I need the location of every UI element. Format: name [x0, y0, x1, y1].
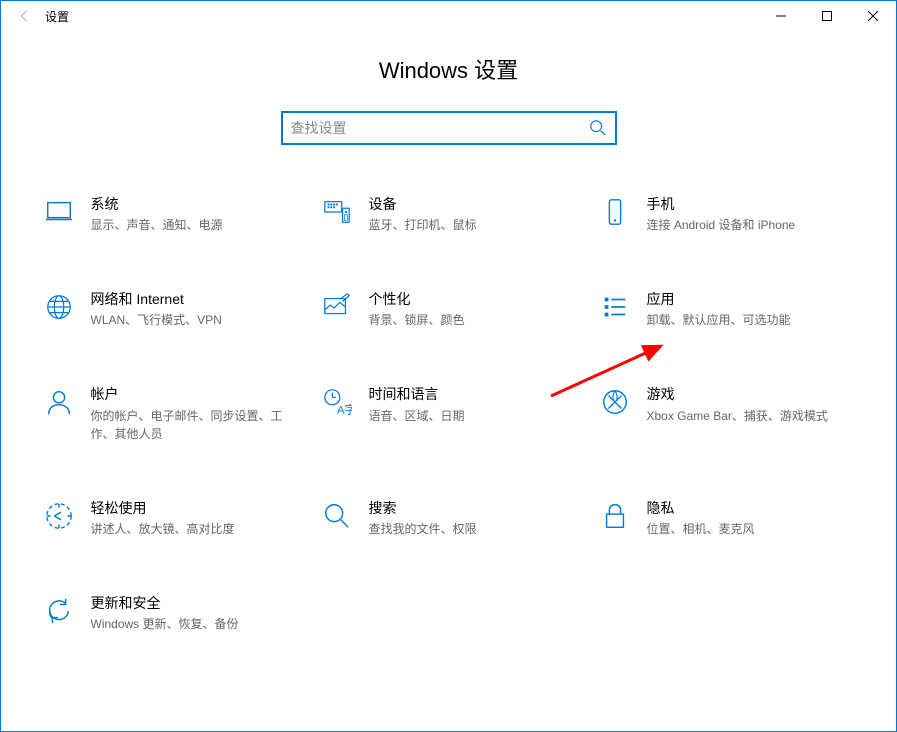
tile-title: 搜索 — [369, 499, 577, 517]
tile-desc: 蓝牙、打印机、鼠标 — [369, 216, 577, 234]
personalize-icon — [321, 292, 353, 324]
tile-title: 隐私 — [647, 499, 855, 517]
tile-title: 帐户 — [91, 385, 299, 403]
tile-text: 设备 蓝牙、打印机、鼠标 — [369, 195, 577, 234]
ease-of-access-icon — [43, 501, 75, 533]
tile-title: 系统 — [91, 195, 299, 213]
maximize-button[interactable] — [804, 1, 850, 31]
tile-title: 手机 — [647, 195, 855, 213]
tile-privacy[interactable]: 隐私 位置、相机、麦克风 — [597, 497, 857, 540]
tile-text: 手机 连接 Android 设备和 iPhone — [647, 195, 855, 234]
search-icon[interactable] — [589, 119, 607, 137]
tile-title: 个性化 — [369, 290, 577, 308]
tile-text: 个性化 背景、锁屏、颜色 — [369, 290, 577, 329]
tile-title: 更新和安全 — [91, 594, 299, 612]
tile-desc: Xbox Game Bar、捕获、游戏模式 — [647, 407, 855, 425]
tile-ease-of-access[interactable]: 轻松使用 讲述人、放大镜、高对比度 — [41, 497, 301, 540]
tile-text: 游戏 Xbox Game Bar、捕获、游戏模式 — [647, 385, 855, 442]
network-icon — [43, 292, 75, 324]
tile-accounts[interactable]: 帐户 你的帐户、电子邮件、同步设置、工作、其他人员 — [41, 383, 301, 444]
tile-text: 时间和语言 语音、区域、日期 — [369, 385, 577, 442]
tile-desc: 位置、相机、麦克风 — [647, 520, 855, 538]
tile-text: 网络和 Internet WLAN、飞行模式、VPN — [91, 290, 299, 329]
update-icon — [43, 596, 75, 628]
tile-desc: 背景、锁屏、颜色 — [369, 311, 577, 329]
search-input[interactable] — [291, 120, 589, 136]
tile-desc: Windows 更新、恢复、备份 — [91, 615, 299, 633]
tile-personalize[interactable]: 个性化 背景、锁屏、颜色 — [319, 288, 579, 331]
tile-system[interactable]: 系统 显示、声音、通知、电源 — [41, 193, 301, 236]
apps-icon — [599, 292, 631, 324]
tile-title: 轻松使用 — [91, 499, 299, 517]
accounts-icon — [43, 387, 75, 419]
tile-apps[interactable]: 应用 卸载、默认应用、可选功能 — [597, 288, 857, 331]
time-language-icon: A字 — [321, 387, 353, 419]
tile-gaming[interactable]: 游戏 Xbox Game Bar、捕获、游戏模式 — [597, 383, 857, 444]
tile-update-security[interactable]: 更新和安全 Windows 更新、恢复、备份 — [41, 592, 301, 635]
tile-title: 网络和 Internet — [91, 290, 299, 308]
svg-text:A字: A字 — [337, 403, 352, 417]
window-controls — [758, 1, 896, 31]
system-icon — [43, 197, 75, 229]
privacy-icon — [599, 501, 631, 533]
tile-desc: 你的帐户、电子邮件、同步设置、工作、其他人员 — [91, 407, 299, 443]
tile-desc: 显示、声音、通知、电源 — [91, 216, 299, 234]
phone-icon — [599, 197, 631, 229]
settings-grid: 系统 显示、声音、通知、电源 设备 蓝牙、打印机、鼠标 手机 — [1, 193, 896, 635]
tile-time-language[interactable]: A字 时间和语言 语音、区域、日期 — [319, 383, 579, 444]
devices-icon — [321, 197, 353, 229]
tile-title: 游戏 — [647, 385, 855, 403]
tile-text: 系统 显示、声音、通知、电源 — [91, 195, 299, 234]
close-button[interactable] — [850, 1, 896, 31]
search-wrap — [1, 111, 896, 145]
tile-title: 时间和语言 — [369, 385, 577, 403]
tile-desc: 语音、区域、日期 — [369, 407, 577, 425]
titlebar-left: 设置 — [11, 2, 69, 30]
search-box[interactable] — [281, 111, 617, 145]
window-title: 设置 — [45, 8, 69, 25]
tile-desc: WLAN、飞行模式、VPN — [91, 311, 299, 329]
tile-desc: 查找我的文件、权限 — [369, 520, 577, 538]
tile-desc: 讲述人、放大镜、高对比度 — [91, 520, 299, 538]
page-title: Windows 设置 — [1, 53, 896, 85]
tile-text: 应用 卸载、默认应用、可选功能 — [647, 290, 855, 329]
titlebar: 设置 — [1, 1, 896, 31]
content-area: Windows 设置 系统 显示、声音、通知、电源 — [1, 31, 896, 635]
tile-text: 更新和安全 Windows 更新、恢复、备份 — [91, 594, 299, 633]
tile-title: 应用 — [647, 290, 855, 308]
gaming-icon — [599, 387, 631, 419]
settings-window: 设置 Windows 设置 — [0, 0, 897, 732]
tile-phone[interactable]: 手机 连接 Android 设备和 iPhone — [597, 193, 857, 236]
search-tile-icon — [321, 501, 353, 533]
tile-desc: 连接 Android 设备和 iPhone — [647, 216, 855, 234]
minimize-button[interactable] — [758, 1, 804, 31]
tile-search[interactable]: 搜索 查找我的文件、权限 — [319, 497, 579, 540]
tile-devices[interactable]: 设备 蓝牙、打印机、鼠标 — [319, 193, 579, 236]
tile-text: 帐户 你的帐户、电子邮件、同步设置、工作、其他人员 — [91, 385, 299, 442]
tile-title: 设备 — [369, 195, 577, 213]
tile-text: 轻松使用 讲述人、放大镜、高对比度 — [91, 499, 299, 538]
tile-network[interactable]: 网络和 Internet WLAN、飞行模式、VPN — [41, 288, 301, 331]
tile-desc: 卸载、默认应用、可选功能 — [647, 311, 855, 329]
tile-text: 搜索 查找我的文件、权限 — [369, 499, 577, 538]
back-button — [11, 2, 39, 30]
tile-text: 隐私 位置、相机、麦克风 — [647, 499, 855, 538]
